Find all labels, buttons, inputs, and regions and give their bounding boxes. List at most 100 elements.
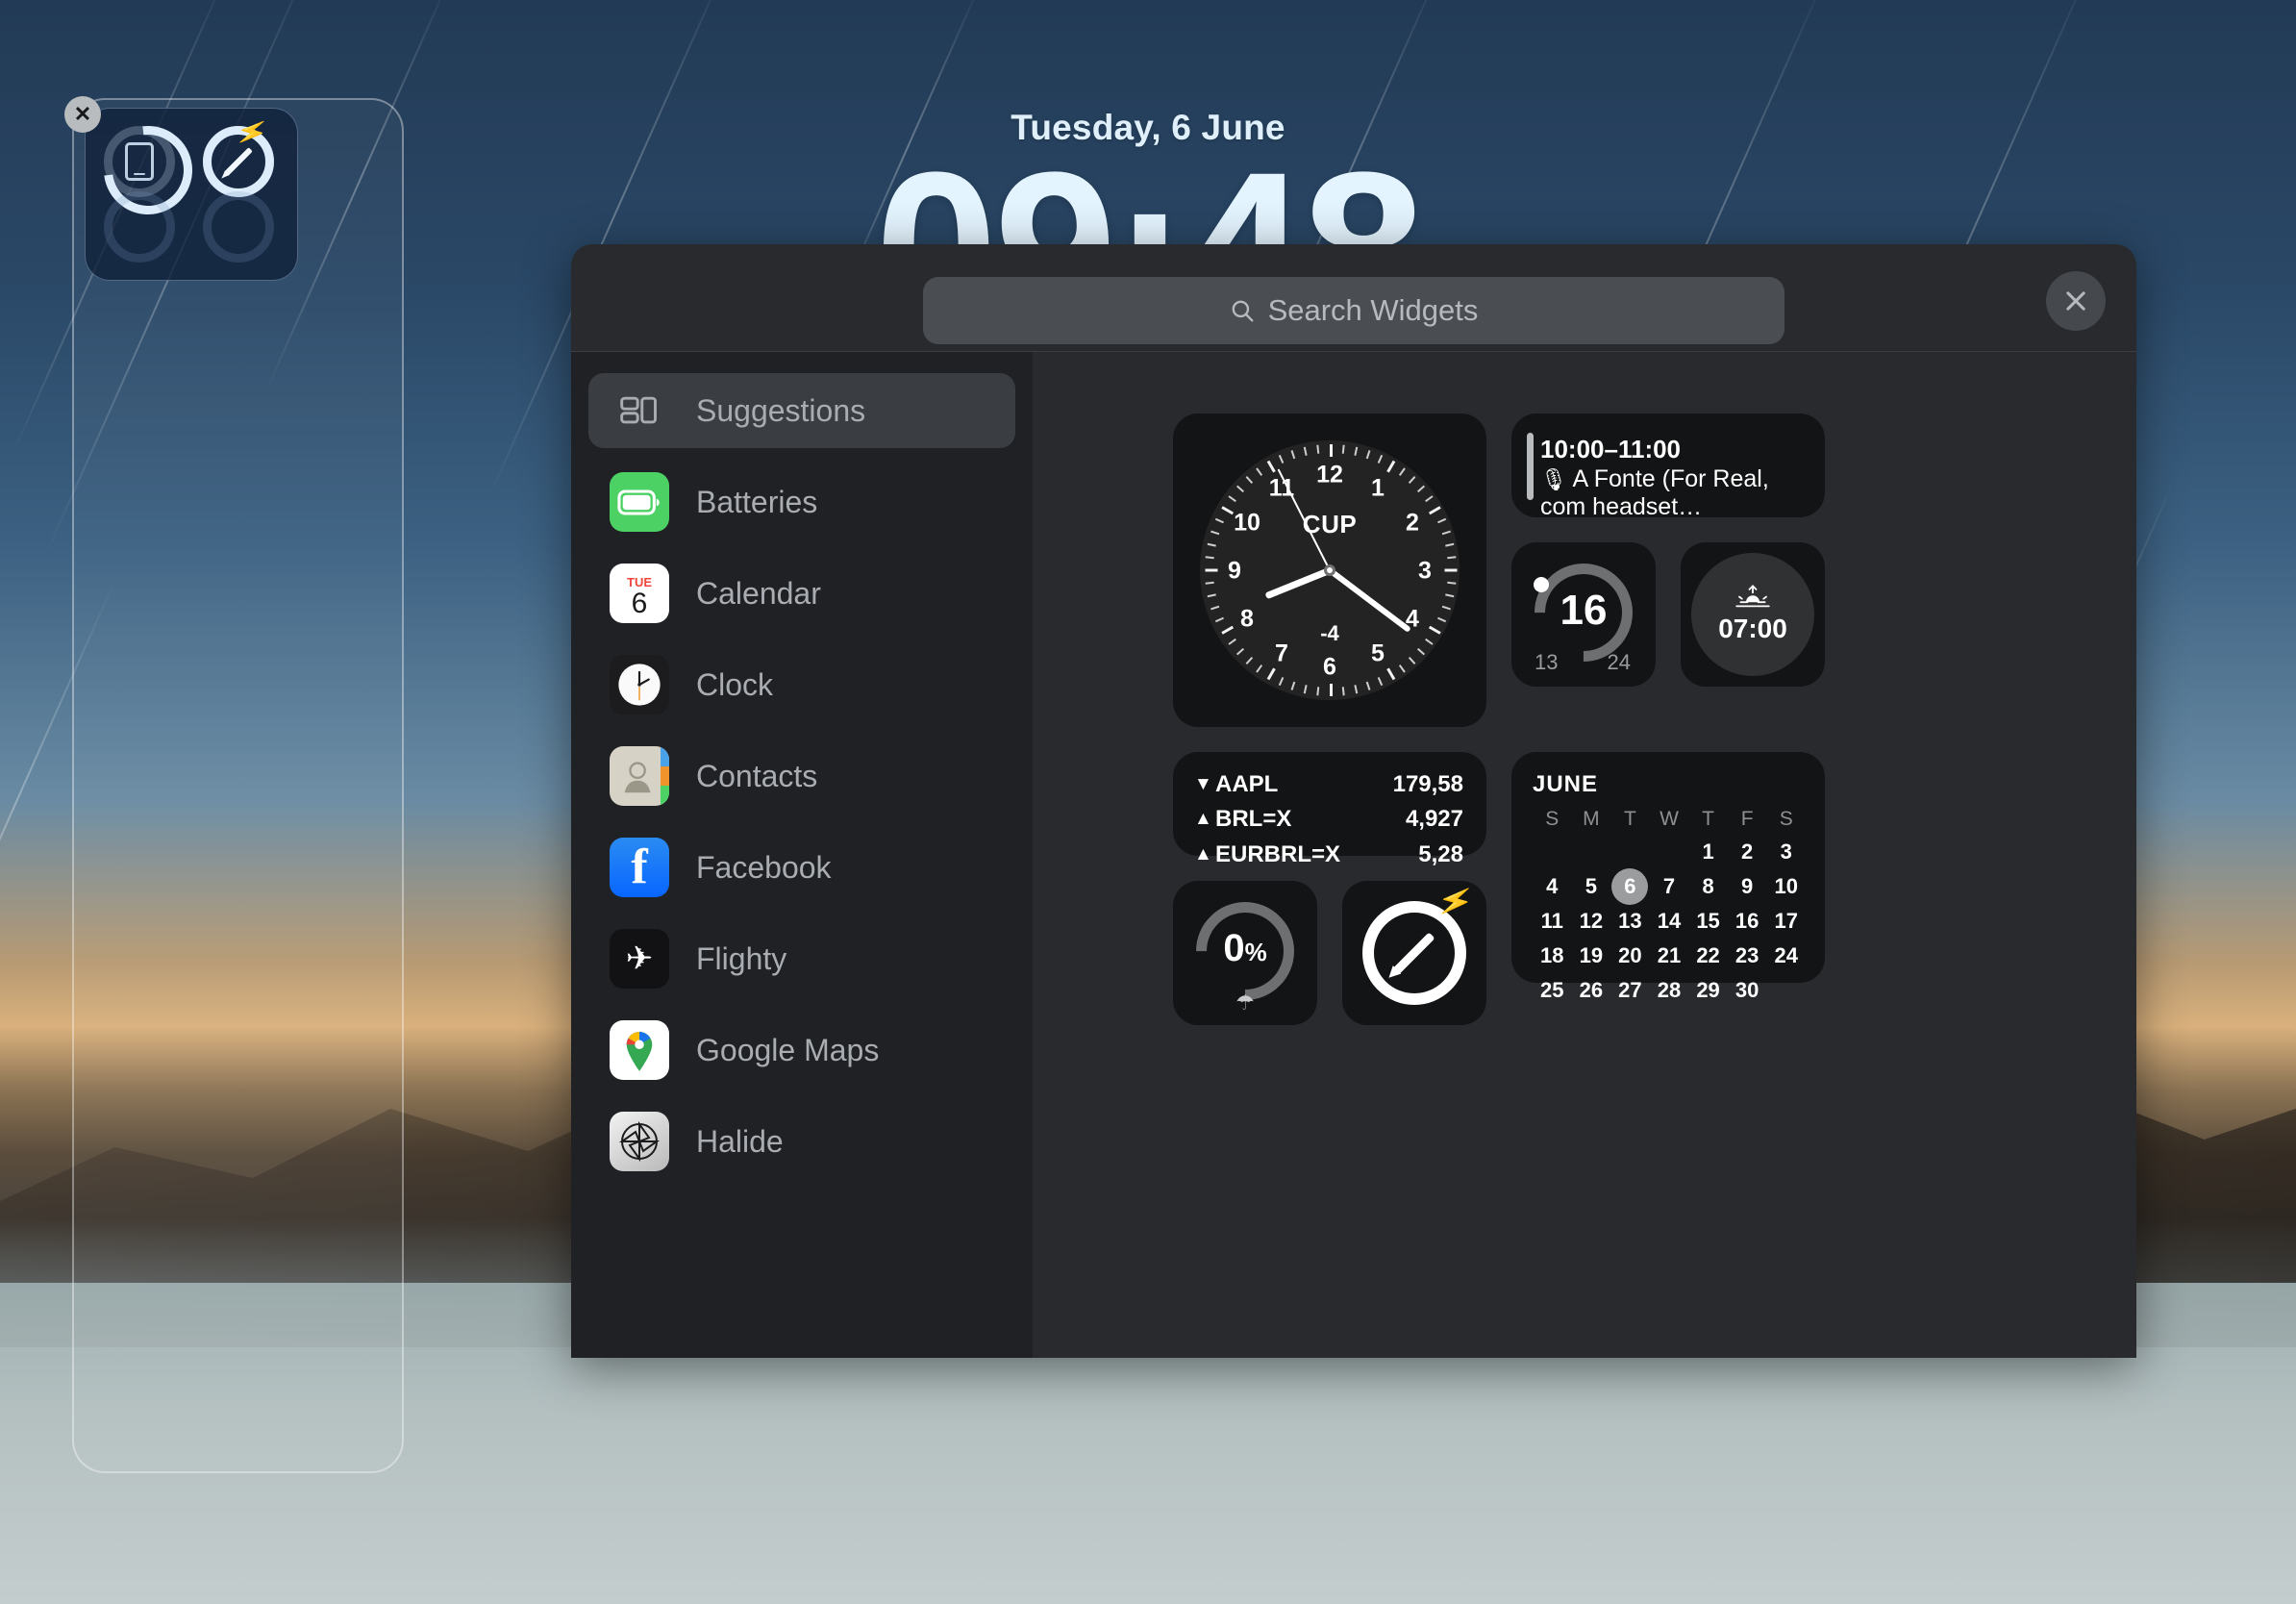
close-icon (2066, 291, 2085, 311)
calendar-day: 23 (1734, 943, 1759, 967)
facebook-glyph: f (631, 840, 648, 895)
empty-battery-ring (104, 191, 175, 263)
rain-chance-widget[interactable]: 0% ☂ (1173, 881, 1317, 1025)
sidebar-item-facebook[interactable]: f Facebook (588, 830, 1015, 905)
calendar-day: 17 (1774, 909, 1798, 933)
temperature-value: 16 (1560, 587, 1608, 634)
sidebar-item-batteries[interactable]: Batteries (588, 464, 1015, 539)
month-name: JUNE (1533, 771, 1599, 797)
calendar-event-widget[interactable]: 10:00–11:00 🎙 A Fonte (For Real, com hea… (1511, 414, 1825, 520)
sidebar-item-flighty[interactable]: ✈ Flighty (588, 921, 1015, 996)
rain-chance-value: 0% (1173, 927, 1317, 970)
search-input[interactable]: Search Widgets (923, 277, 1784, 344)
aperture-icon (610, 1112, 669, 1171)
calendar-day-today: 6 (1610, 869, 1650, 904)
widget-row: 0% ☂ ⚡ (1173, 881, 1486, 1025)
sidebar-item-label: Clock (696, 666, 774, 702)
temperature-low: 13 (1535, 650, 1559, 674)
widget-row: ▼ AAPL 179,58 ▲ BRL=X 4,927 ▲ EURBRL=X 5… (1173, 752, 1827, 1025)
widget-preview-area: 12 1 2 3 4 5 6 7 8 9 10 11 CUP -4 10:00–… (1033, 352, 2136, 1358)
widget-gallery-panel: Search Widgets Suggestions Batteries TUE… (571, 244, 2136, 1358)
weekday-label: W (1660, 808, 1679, 830)
minute-hand (1328, 567, 1411, 633)
event-color-bar (1527, 433, 1534, 500)
stock-value: 5,28 (1418, 840, 1463, 867)
temperature-high: 24 (1607, 650, 1631, 674)
calendar-day: 28 (1657, 978, 1682, 1002)
sidebar-item-label: Calendar (696, 575, 821, 611)
ipad-icon (125, 142, 154, 181)
sidebar-item-label: Google Maps (696, 1032, 880, 1067)
sidebar-item-calendar[interactable]: TUE 6 Calendar (588, 556, 1015, 631)
stock-value: 4,927 (1405, 806, 1463, 833)
pencil-battery-widget[interactable]: ⚡ (1342, 881, 1486, 1025)
clock-number: 1 (1371, 474, 1385, 502)
empty-battery-ring (203, 191, 274, 263)
sidebar-item-halide[interactable]: Halide (588, 1104, 1015, 1179)
battery-icon (610, 472, 669, 532)
bolt-icon: ⚡ (232, 113, 271, 151)
hour-hand (1263, 566, 1332, 600)
calendar-week-row: 25 26 27 28 29 30 (1533, 973, 1806, 1008)
widget-grid-icon (610, 381, 669, 440)
calendar-day: 20 (1618, 943, 1642, 967)
calendar-day: 19 (1579, 943, 1604, 967)
map-pin-icon (610, 1020, 669, 1080)
stocks-widget[interactable]: ▼ AAPL 179,58 ▲ BRL=X 4,927 ▲ EURBRL=X 5… (1173, 752, 1486, 867)
stock-trend-icon: ▲ (1194, 809, 1212, 830)
stock-symbol: AAPL (1215, 771, 1279, 797)
sidebar-item-label: Batteries (696, 484, 818, 519)
calendar-day: 18 (1540, 943, 1564, 967)
gallery-body: Suggestions Batteries TUE 6 Calendar Clo… (571, 352, 2136, 1358)
widget-app-list[interactable]: Suggestions Batteries TUE 6 Calendar Clo… (571, 352, 1033, 1358)
sunrise-time: 07:00 (1718, 614, 1787, 643)
widget-grid: 12 1 2 3 4 5 6 7 8 9 10 11 CUP -4 10:00–… (1173, 414, 1827, 1050)
sidebar-item-clock[interactable]: Clock (588, 647, 1015, 722)
clock-utc-offset: -4 (1320, 621, 1339, 645)
sunrise-widget[interactable]: 07:00 (1681, 542, 1825, 687)
pencil-battery-ring: ⚡ (203, 113, 274, 197)
sidebar-item-suggestions[interactable]: Suggestions (588, 373, 1015, 448)
stock-trend-icon: ▲ (1194, 843, 1212, 865)
sidebar-item-label: Suggestions (696, 392, 866, 428)
calendar-day (1766, 973, 1806, 1008)
close-gallery-button[interactable] (2046, 271, 2106, 331)
stock-symbol: EURBRL=X (1215, 840, 1341, 867)
event-time: 10:00–11:00 (1540, 435, 1682, 464)
calendar-day: 22 (1696, 943, 1720, 967)
clock-number: 10 (1234, 509, 1260, 537)
clock-number: 6 (1323, 653, 1336, 681)
clock-number: 9 (1228, 557, 1241, 585)
stock-row: ▲ BRL=X 4,927 (1194, 802, 1463, 837)
sidebar-item-google-maps[interactable]: Google Maps (588, 1013, 1015, 1088)
calendar-day: 7 (1662, 874, 1676, 898)
weekday-label: T (1702, 808, 1714, 830)
stock-symbol: BRL=X (1215, 806, 1292, 833)
widget-slot-frame (72, 98, 404, 1473)
airplane-glyph: ✈ (625, 940, 654, 977)
sidebar-item-contacts[interactable]: Contacts (588, 739, 1015, 814)
calendar-day: 13 (1618, 909, 1642, 933)
temperature-widget[interactable]: 16 13 24 (1511, 542, 1656, 687)
clock-number: 2 (1406, 509, 1419, 537)
contacts-icon (610, 746, 669, 806)
gallery-header: Search Widgets (571, 244, 2136, 352)
world-clock-widget[interactable]: 12 1 2 3 4 5 6 7 8 9 10 11 CUP -4 (1173, 414, 1486, 727)
calendar-month-widget[interactable]: JUNE S M T W T F S 1 2 3 4 5 6 7 8 9 10 … (1511, 752, 1825, 1002)
sunrise-icon (1735, 585, 1770, 608)
rain-chance-unit: % (1244, 938, 1267, 966)
lockscreen-batteries-widget[interactable]: ⚡ (85, 108, 298, 281)
widget-column: 10:00–11:00 🎙 A Fonte (For Real, com hea… (1511, 414, 1825, 727)
sidebar-item-label: Facebook (696, 849, 832, 885)
clock-center-cap (1324, 564, 1335, 576)
facebook-icon: f (610, 838, 669, 897)
search-icon (1232, 300, 1254, 322)
clock-face: 12 1 2 3 4 5 6 7 8 9 10 11 CUP -4 (1200, 440, 1460, 700)
remove-widget-button[interactable]: ✕ (64, 96, 101, 133)
weekday-label: M (1583, 808, 1600, 830)
calendar-day: 9 (1741, 874, 1754, 898)
sidebar-item-label: Flighty (696, 940, 787, 976)
calendar-day: 11 (1540, 909, 1563, 933)
weekday-label: S (1779, 808, 1793, 830)
calendar-day: 25 (1540, 978, 1564, 1002)
